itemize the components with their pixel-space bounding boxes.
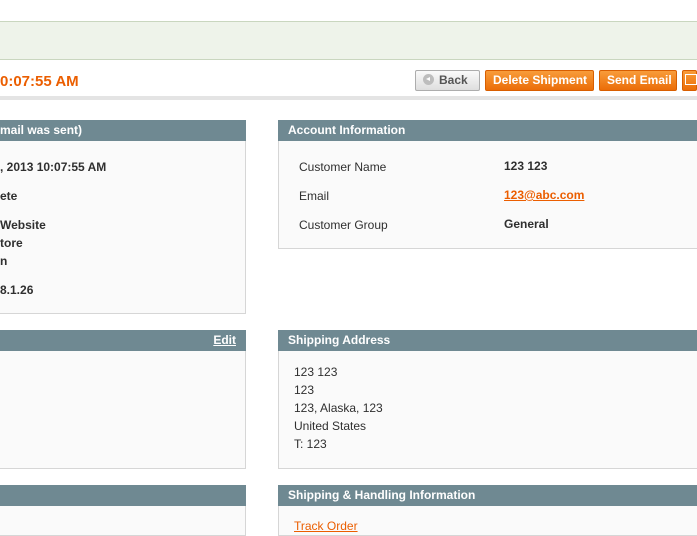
order-date-value: , 2013 10:07:55 AM [0, 160, 107, 174]
billing-address-panel: Edit [0, 330, 246, 469]
print-button[interactable] [682, 70, 697, 91]
email-link[interactable]: 123@abc.com [504, 188, 584, 202]
delete-shipment-button[interactable]: Delete Shipment [485, 70, 594, 91]
send-email-button[interactable]: Send Email [599, 70, 677, 91]
payment-info-header [0, 485, 246, 506]
address-country: United States [294, 419, 367, 433]
order-status-value: ete [0, 189, 18, 203]
account-info-panel: Account Information Customer Name 123 12… [278, 120, 697, 249]
message-strip [0, 21, 697, 60]
shipping-address-header: Shipping Address [278, 330, 697, 351]
address-street: 123 [294, 383, 315, 397]
customer-group-label: Customer Group [299, 218, 388, 232]
back-arrow-icon [423, 74, 434, 85]
shipping-handling-panel: Shipping & Handling Information Track Or… [278, 485, 697, 536]
purchased-from-website: Website [0, 218, 46, 232]
shipping-address-body: 123 123 123 123, Alaska, 123 United Stat… [278, 351, 697, 469]
purchased-from-view: n [0, 254, 8, 268]
shipping-handling-body: Track Order [278, 506, 697, 536]
order-info-body: , 2013 10:07:55 AM ete Website tore n 8.… [0, 141, 246, 314]
address-telephone: T: 123 [294, 437, 327, 451]
back-button[interactable]: Back [415, 70, 480, 91]
address-name: 123 123 [294, 365, 338, 379]
customer-name-value: 123 123 [504, 159, 548, 173]
account-info-header: Account Information [278, 120, 697, 141]
purchased-from-store: tore [0, 236, 23, 250]
send-email-label: Send Email [607, 73, 672, 87]
payment-info-panel [0, 485, 246, 536]
shipping-address-panel: Shipping Address 123 123 123 123, Alaska… [278, 330, 697, 469]
customer-group-value: General [504, 217, 549, 231]
page-title: 0:07:55 AM [0, 73, 79, 90]
address-city-region: 123, Alaska, 123 [294, 401, 383, 415]
edit-address-link[interactable]: Edit [213, 330, 236, 351]
shipping-handling-header: Shipping & Handling Information [278, 485, 697, 506]
account-info-body: Customer Name 123 123 Email 123@abc.com … [278, 141, 697, 249]
print-icon [685, 74, 697, 85]
payment-info-body [0, 506, 246, 536]
back-button-label: Back [439, 73, 468, 87]
billing-address-body [0, 351, 246, 469]
order-info-header: mail was sent) [0, 120, 246, 141]
placed-from-ip-value: 8.1.26 [0, 283, 34, 297]
order-info-panel: mail was sent) , 2013 10:07:55 AM ete We… [0, 120, 246, 314]
title-divider [0, 96, 697, 100]
track-order-link[interactable]: Track Order [294, 519, 358, 533]
customer-name-label: Customer Name [299, 160, 387, 174]
email-value: 123@abc.com [504, 188, 584, 202]
billing-address-header: Edit [0, 330, 246, 351]
email-label: Email [299, 189, 330, 203]
delete-shipment-label: Delete Shipment [493, 73, 588, 87]
